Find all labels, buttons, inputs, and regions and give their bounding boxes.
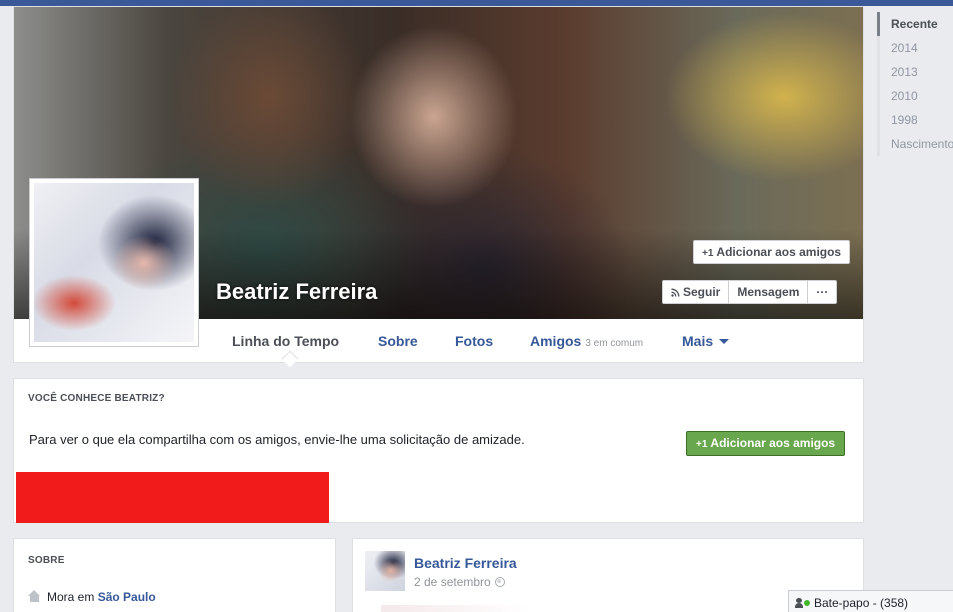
tab-more[interactable]: Mais xyxy=(682,333,730,349)
redaction-box xyxy=(16,472,329,523)
tab-photos[interactable]: Fotos xyxy=(455,333,493,349)
tab-timeline[interactable]: Linha do Tempo xyxy=(232,333,339,349)
friend-request-prompt: VOCÊ CONHECE BEATRIZ? Para ver o que ela… xyxy=(13,378,864,523)
prompt-heading: VOCÊ CONHECE BEATRIZ? xyxy=(28,393,165,404)
timeline-year-nav: Recente 2014 2013 2010 1998 Nascimento xyxy=(877,12,953,156)
follow-label: Seguir xyxy=(683,285,721,299)
caret-down-icon xyxy=(719,339,730,344)
add-friend-label: Adicionar aos amigos xyxy=(716,245,842,259)
year-nav-birth[interactable]: Nascimento xyxy=(877,132,953,156)
person-icon xyxy=(795,598,803,608)
lives-in-row: Mora em São Paulo xyxy=(28,590,156,604)
add-friend-button[interactable]: +1 Adicionar aos amigos xyxy=(693,240,851,264)
mutual-friends-count: 3 em comum xyxy=(585,338,644,349)
lives-in-label: Mora em xyxy=(47,590,95,604)
profile-actions: Seguir Mensagem ··· xyxy=(662,280,838,304)
post-date: 2 de setembro xyxy=(414,575,505,589)
year-nav-2010[interactable]: 2010 xyxy=(877,84,953,108)
post-author-avatar[interactable] xyxy=(365,551,405,591)
about-heading: SOBRE xyxy=(28,555,65,566)
profile-name[interactable]: Beatriz Ferreira xyxy=(216,279,377,305)
tab-more-label: Mais xyxy=(682,333,714,349)
rss-icon xyxy=(671,288,680,297)
more-options-button[interactable]: ··· xyxy=(808,281,836,303)
about-card: SOBRE Mora em São Paulo xyxy=(13,538,336,612)
year-nav-2014[interactable]: 2014 xyxy=(877,36,953,60)
chat-bar[interactable]: Bate-papo - (358) xyxy=(788,590,953,612)
city-link[interactable]: São Paulo xyxy=(98,590,156,604)
tab-friends-label: Amigos xyxy=(530,333,582,349)
add-friend-icon: +1 xyxy=(696,439,708,450)
tab-friends[interactable]: Amigos 3 em comum xyxy=(530,333,643,349)
add-friend-icon: +1 xyxy=(702,248,714,259)
home-icon xyxy=(28,590,41,602)
online-status-icon xyxy=(804,600,810,606)
post-content-preview xyxy=(381,605,531,612)
follow-button[interactable]: Seguir xyxy=(663,281,730,303)
profile-header: Beatriz Ferreira +1 Adicionar aos amigos … xyxy=(13,6,864,368)
active-tab-indicator xyxy=(281,350,299,368)
add-friend-primary-button[interactable]: +1 Adicionar aos amigos xyxy=(686,431,846,456)
chat-label: Bate-papo - (358) xyxy=(814,596,909,610)
tab-about[interactable]: Sobre xyxy=(378,333,418,349)
post-author-name[interactable]: Beatriz Ferreira xyxy=(414,555,517,571)
profile-picture-image xyxy=(34,183,194,342)
year-nav-1998[interactable]: 1998 xyxy=(877,108,953,132)
profile-picture[interactable] xyxy=(29,178,199,347)
post-date-text[interactable]: 2 de setembro xyxy=(414,575,491,589)
add-friend-primary-label: Adicionar aos amigos xyxy=(710,436,836,450)
message-button[interactable]: Mensagem xyxy=(729,281,809,303)
year-nav-recent[interactable]: Recente xyxy=(877,12,953,36)
globe-icon[interactable] xyxy=(494,577,505,587)
prompt-text: Para ver o que ela compartilha com os am… xyxy=(29,432,525,447)
year-nav-2013[interactable]: 2013 xyxy=(877,60,953,84)
